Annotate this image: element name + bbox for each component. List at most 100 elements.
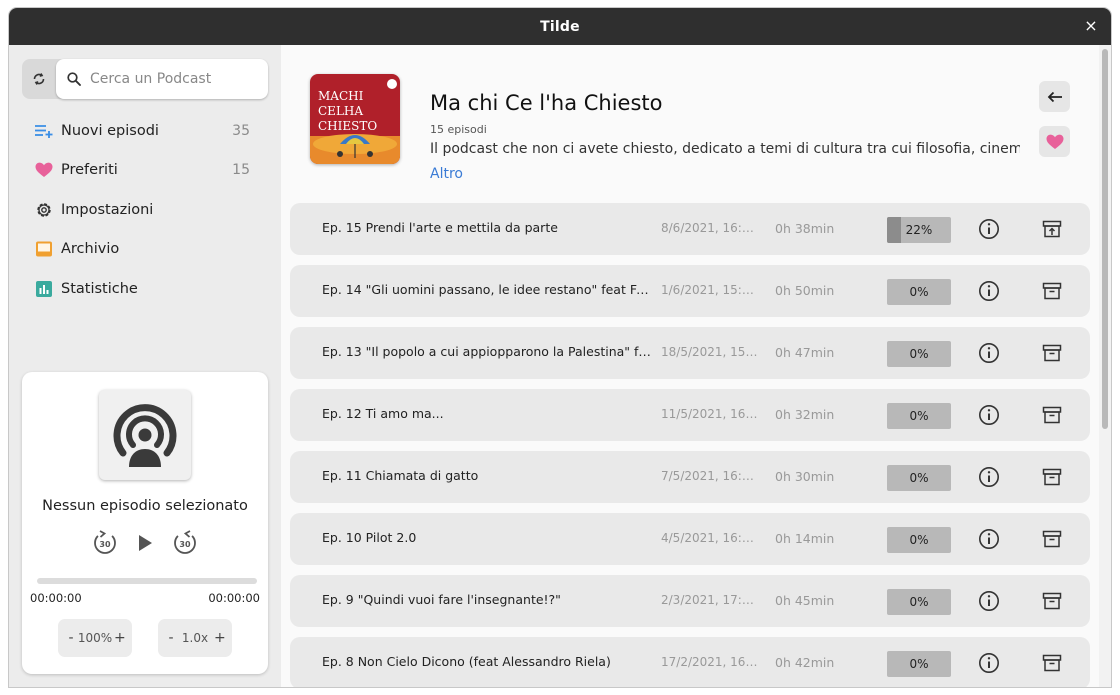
- refresh-button[interactable]: [22, 59, 56, 99]
- episode-progress-label: 22%: [905, 223, 933, 237]
- episode-row[interactable]: Ep. 12 Ti amo ma... 11/5/2021, 16:00:...…: [290, 389, 1090, 441]
- episode-row[interactable]: Ep. 9 "Quindi vuoi fare l'insegnante!?" …: [290, 575, 1090, 627]
- episode-progress-label: 0%: [909, 657, 929, 671]
- new-episodes-icon: [34, 121, 54, 141]
- info-icon: [979, 467, 999, 487]
- search-input[interactable]: [90, 71, 250, 87]
- back-button[interactable]: [1039, 81, 1070, 112]
- episode-row[interactable]: Ep. 11 Chiamata di gatto 7/5/2021, 16:00…: [290, 451, 1090, 503]
- volume-increase-button[interactable]: +: [114, 630, 126, 646]
- episode-duration: 0h 47min: [775, 345, 835, 360]
- playback-progress-bar[interactable]: [37, 578, 257, 584]
- episode-duration: 0h 14min: [775, 531, 835, 546]
- info-button[interactable]: [978, 466, 1000, 488]
- archive-icon: [1042, 406, 1062, 424]
- search-field[interactable]: [56, 59, 268, 99]
- info-button[interactable]: [978, 342, 1000, 364]
- podcast-title: Ma chi Ce l'ha Chiesto: [430, 91, 663, 115]
- sidebar-item-statistics[interactable]: Statistiche: [22, 269, 262, 309]
- sidebar-item-settings[interactable]: Impostazioni: [22, 190, 262, 230]
- info-button[interactable]: [978, 404, 1000, 426]
- more-link[interactable]: Altro: [430, 166, 463, 182]
- episode-progress: 0%: [887, 589, 951, 615]
- episode-date: 2/3/2021, 17:49:...: [661, 593, 761, 607]
- sidebar-item-label: Preferiti: [61, 162, 118, 179]
- info-icon: [979, 529, 999, 549]
- sidebar-item-new-episodes[interactable]: Nuovi episodi 35: [22, 111, 262, 151]
- info-button[interactable]: [978, 280, 1000, 302]
- play-button[interactable]: [131, 529, 159, 557]
- playback-controls: 30 30: [22, 526, 268, 560]
- sidebar-item-archive[interactable]: Archivio: [22, 230, 262, 270]
- episode-date: 1/6/2021, 15:00:...: [661, 283, 761, 297]
- episode-row[interactable]: Ep. 15 Prendi l'arte e mettila da parte …: [290, 203, 1090, 255]
- episode-title: Ep. 15 Prendi l'arte e mettila da parte: [322, 220, 558, 235]
- episode-progress: 0%: [887, 341, 951, 367]
- archive-icon: [1042, 344, 1062, 362]
- heart-icon: [34, 160, 54, 180]
- speed-decrease-button[interactable]: -: [166, 630, 176, 646]
- sidebar-item-label: Nuovi episodi: [61, 122, 159, 139]
- episode-title: Ep. 8 Non Cielo Dicono (feat Alessandro …: [322, 654, 611, 669]
- sidebar-item-count: 15: [232, 162, 250, 179]
- archive-button[interactable]: [1041, 652, 1063, 674]
- archive-button[interactable]: [1041, 342, 1063, 364]
- player-cover: [99, 390, 191, 480]
- episode-title: Ep. 11 Chiamata di gatto: [322, 468, 479, 483]
- archive-button[interactable]: [1041, 466, 1063, 488]
- podcast-cover: MACHI CELHA CHIESTO: [310, 74, 400, 164]
- scrollbar[interactable]: [1099, 45, 1111, 687]
- episode-progress-label: 0%: [909, 533, 929, 547]
- episode-date: 7/5/2021, 16:00:...: [661, 469, 761, 483]
- episode-progress: 22%: [887, 217, 951, 243]
- svg-text:30: 30: [99, 540, 111, 549]
- info-button[interactable]: [978, 528, 1000, 550]
- episode-row[interactable]: Ep. 14 "Gli uomini passano, le idee rest…: [290, 265, 1090, 317]
- elapsed-time: 00:00:00: [30, 591, 82, 605]
- episode-title: Ep. 14 "Gli uomini passano, le idee rest…: [322, 282, 652, 297]
- sidebar-item-favorites[interactable]: Preferiti 15: [22, 151, 262, 191]
- info-button[interactable]: [978, 218, 1000, 240]
- archive-icon: [1042, 530, 1062, 548]
- episode-duration: 0h 30min: [775, 469, 835, 484]
- volume-decrease-button[interactable]: -: [66, 630, 76, 646]
- episode-title: Ep. 9 "Quindi vuoi fare l'insegnante!?": [322, 592, 561, 607]
- episode-count: 15 episodi: [430, 123, 487, 136]
- statistics-icon: [34, 279, 54, 299]
- remaining-time: 00:00:00: [208, 591, 260, 605]
- podcast-description: Il podcast che non ci avete chiesto, ded…: [430, 141, 1020, 157]
- episode-progress-label: 0%: [909, 285, 929, 299]
- episode-date: 11/5/2021, 16:00:...: [661, 407, 761, 421]
- close-icon[interactable]: ×: [1081, 16, 1101, 36]
- speed-value: 1.0x: [181, 631, 209, 645]
- scrollbar-thumb[interactable]: [1102, 49, 1108, 429]
- rewind-button[interactable]: 30: [91, 529, 119, 557]
- episode-duration: 0h 38min: [775, 221, 835, 236]
- episode-date: 4/5/2021, 16:14:...: [661, 531, 761, 545]
- archive-button[interactable]: [1041, 218, 1063, 240]
- archive-button[interactable]: [1041, 404, 1063, 426]
- episode-progress-label: 0%: [909, 471, 929, 485]
- episode-progress: 0%: [887, 279, 951, 305]
- archive-button[interactable]: [1041, 280, 1063, 302]
- forward-button[interactable]: 30: [171, 529, 199, 557]
- episode-row[interactable]: Ep. 8 Non Cielo Dicono (feat Alessandro …: [290, 637, 1090, 687]
- info-button[interactable]: [978, 590, 1000, 612]
- volume-stepper: - 100% +: [58, 619, 132, 657]
- archive-icon: [1042, 654, 1062, 672]
- episode-row[interactable]: Ep. 10 Pilot 2.0 4/5/2021, 16:14:... 0h …: [290, 513, 1090, 565]
- speed-increase-button[interactable]: +: [214, 630, 226, 646]
- sidebar-nav: Nuovi episodi 35 Preferiti 15 Impostazio…: [22, 111, 262, 309]
- titlebar: Tilde ×: [9, 8, 1111, 45]
- archive-button[interactable]: [1041, 528, 1063, 550]
- search-icon: [67, 72, 81, 86]
- sidebar: Nuovi episodi 35 Preferiti 15: [9, 45, 281, 687]
- episode-row[interactable]: Ep. 13 "Il popolo a cui appiopparono la …: [290, 327, 1090, 379]
- info-button[interactable]: [978, 652, 1000, 674]
- svg-text:CHIESTO: CHIESTO: [318, 119, 377, 133]
- arrow-left-icon: [1047, 91, 1062, 102]
- sidebar-item-count: 35: [232, 122, 250, 139]
- svg-text:30: 30: [179, 540, 191, 549]
- favorite-button[interactable]: [1039, 126, 1070, 157]
- archive-button[interactable]: [1041, 590, 1063, 612]
